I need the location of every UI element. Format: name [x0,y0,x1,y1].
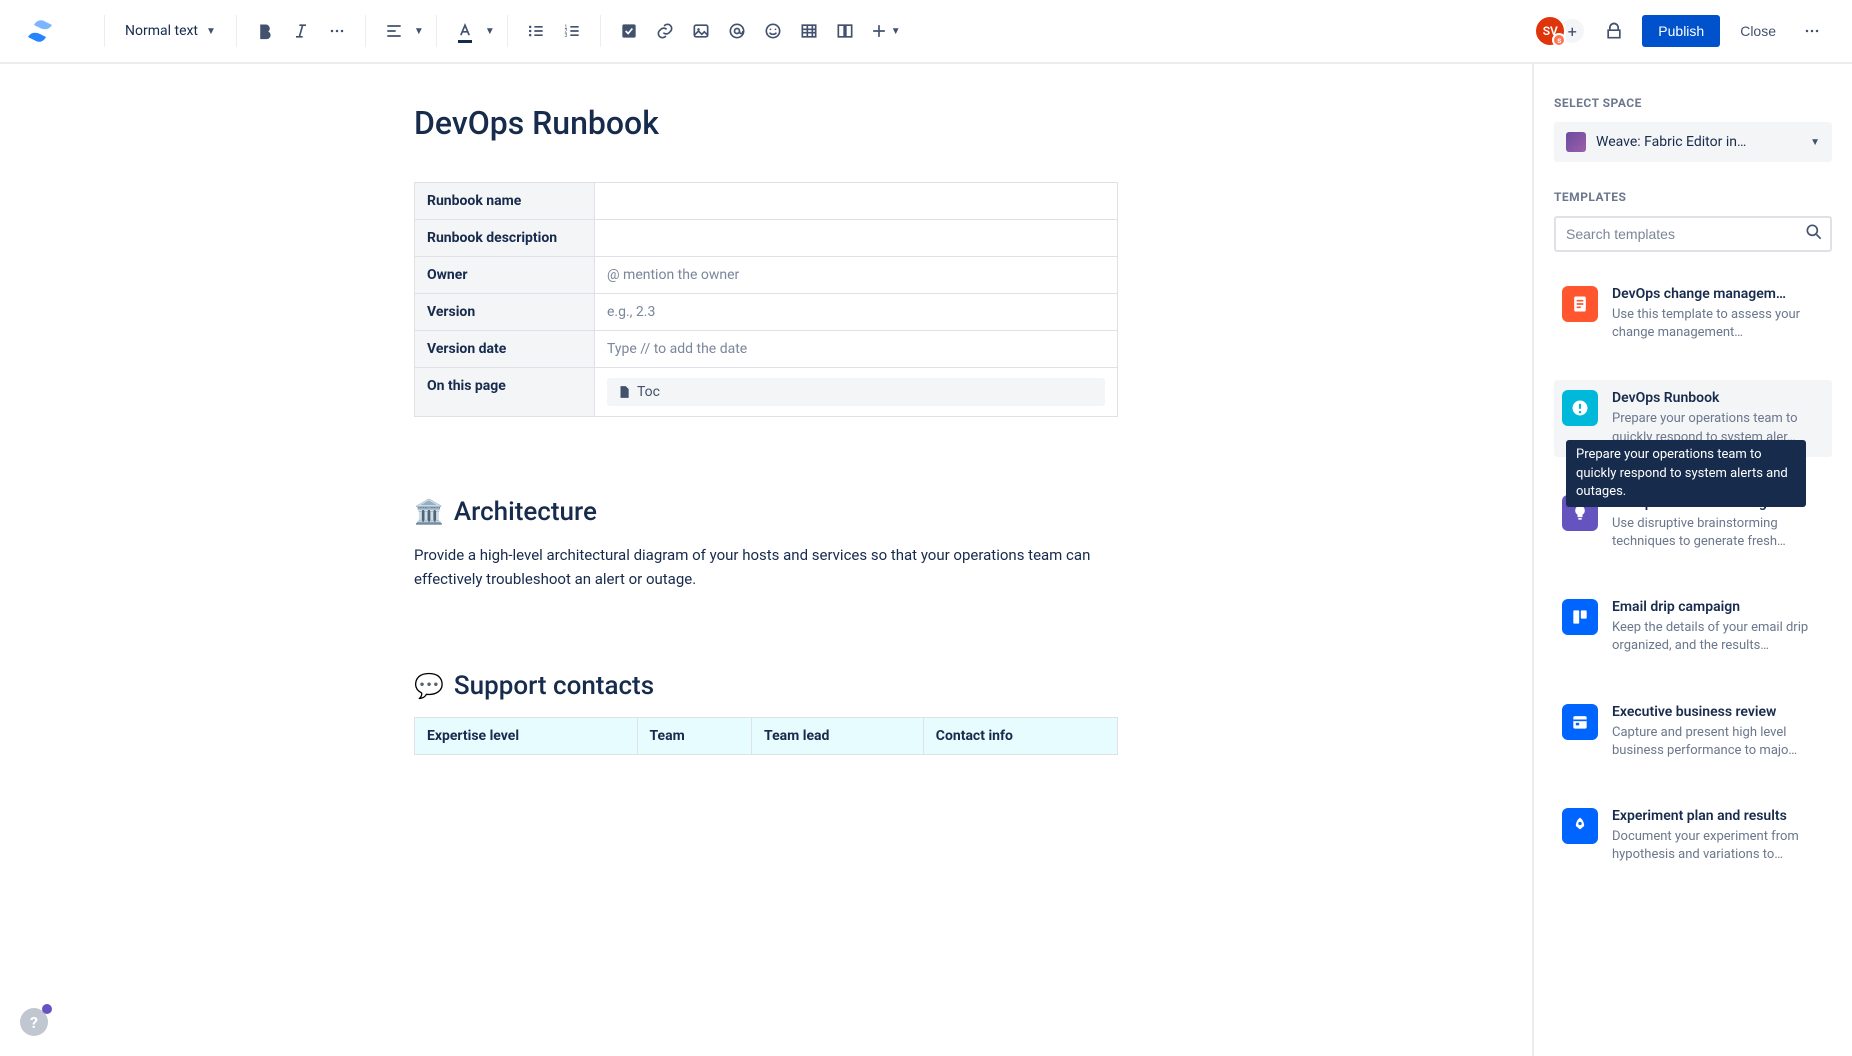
templates-search-input[interactable] [1554,216,1832,252]
template-description: Keep the details of your email drip orga… [1612,619,1824,655]
editor-canvas[interactable]: DevOps Runbook Runbook nameRunbook descr… [0,64,1532,1056]
chevron-down-icon: ▼ [1810,137,1820,148]
template-title: Executive business review [1612,704,1824,720]
info-row-label[interactable]: Runbook name [415,183,595,220]
support-emoji-icon: 💬 [414,672,444,700]
template-description: Use this template to assess your change … [1612,306,1824,342]
info-row-label[interactable]: Version [415,294,595,331]
chevron-down-icon: ▼ [206,26,216,37]
support-contacts-heading[interactable]: 💬 Support contacts [414,671,1118,701]
numbered-list-button[interactable]: 123 [556,15,588,47]
info-row-label[interactable]: On this page [415,368,595,417]
select-space-label: SELECT SPACE [1554,96,1832,110]
emoji-button[interactable] [757,15,789,47]
text-color-button[interactable] [449,15,481,47]
template-icon [1562,390,1598,426]
chevron-down-icon: ▼ [414,26,424,37]
template-icon [1562,808,1598,844]
more-actions-button[interactable] [1796,15,1828,47]
editor-toolbar: Normal text ▼ ▼ ▼ 123 ▼ SVs + Publish [0,0,1852,64]
contacts-column-header[interactable]: Contact info [923,718,1117,755]
templates-label: TEMPLATES [1554,190,1832,204]
support-contacts-table[interactable]: Expertise levelTeamTeam leadContact info [414,717,1118,755]
close-button[interactable]: Close [1732,15,1784,47]
architecture-heading[interactable]: 🏛️ Architecture [414,497,1118,527]
space-name: Weave: Fabric Editor in… [1596,134,1800,150]
mention-button[interactable] [721,15,753,47]
layouts-button[interactable] [829,15,861,47]
templates-sidebar: SELECT SPACE Weave: Fabric Editor in… ▼ … [1532,64,1852,1056]
contacts-column-header[interactable]: Expertise level [415,718,638,755]
chevron-down-icon: ▼ [485,26,495,37]
publish-button[interactable]: Publish [1642,15,1720,47]
user-avatar[interactable]: SVs [1534,15,1566,47]
bold-button[interactable] [249,15,281,47]
info-row-label[interactable]: Owner [415,257,595,294]
link-button[interactable] [649,15,681,47]
restrictions-button[interactable] [1598,15,1630,47]
architecture-emoji-icon: 🏛️ [414,498,444,526]
info-row-value[interactable]: e.g., 2.3 [595,294,1118,331]
insert-button[interactable]: ▼ [865,15,905,47]
template-title: Email drip campaign [1612,599,1824,615]
template-item[interactable]: Executive business review Capture and pre… [1554,694,1832,770]
template-description: Use disruptive brainstorming techniques … [1612,515,1824,551]
template-title: DevOps Runbook [1612,390,1824,406]
info-row-value[interactable]: @ mention the owner [595,257,1118,294]
template-description: Capture and present high level business … [1612,724,1824,760]
architecture-body[interactable]: Provide a high-level architectural diagr… [414,543,1118,591]
template-item[interactable]: Email drip campaign Keep the details of y… [1554,589,1832,665]
confluence-logo [24,15,56,47]
contacts-column-header[interactable]: Team lead [752,718,924,755]
collaborators: SVs + [1534,15,1586,47]
italic-button[interactable] [285,15,317,47]
template-item[interactable]: DevOps RunbookPrepare your operations te… [1554,380,1832,456]
info-row-value[interactable] [595,220,1118,257]
bullet-list-button[interactable] [520,15,552,47]
template-icon [1562,704,1598,740]
contacts-column-header[interactable]: Team [637,718,752,755]
info-row-value[interactable]: Toc [595,368,1118,417]
page-title[interactable]: DevOps Runbook [414,104,1118,142]
image-button[interactable] [685,15,717,47]
more-formatting-button[interactable] [321,15,353,47]
align-button[interactable] [378,15,410,47]
info-row-value[interactable] [595,183,1118,220]
search-icon [1804,222,1824,246]
template-item[interactable]: Experiment plan and results Document your… [1554,798,1832,874]
info-row-label[interactable]: Runbook description [415,220,595,257]
table-button[interactable] [793,15,825,47]
template-icon [1562,286,1598,322]
space-selector[interactable]: Weave: Fabric Editor in… ▼ [1554,122,1832,162]
toc-macro[interactable]: Toc [607,378,1105,406]
action-item-button[interactable] [613,15,645,47]
template-title: Experiment plan and results [1612,808,1824,824]
template-tooltip: Prepare your operations team to quickly … [1566,440,1806,507]
template-description: Document your experiment from hypothesis… [1612,828,1824,864]
runbook-info-table[interactable]: Runbook nameRunbook descriptionOwner@ me… [414,182,1118,417]
template-item[interactable]: DevOps change managem… Use this template … [1554,276,1832,352]
space-icon [1566,132,1586,152]
info-row-value[interactable]: Type // to add the date [595,331,1118,368]
text-style-dropdown[interactable]: Normal text ▼ [117,17,224,45]
info-row-label[interactable]: Version date [415,331,595,368]
help-button[interactable]: ? [20,1008,48,1036]
template-icon [1562,599,1598,635]
svg-text:3: 3 [564,33,567,39]
template-title: DevOps change managem… [1612,286,1824,302]
avatar-status-badge: s [1552,33,1566,47]
